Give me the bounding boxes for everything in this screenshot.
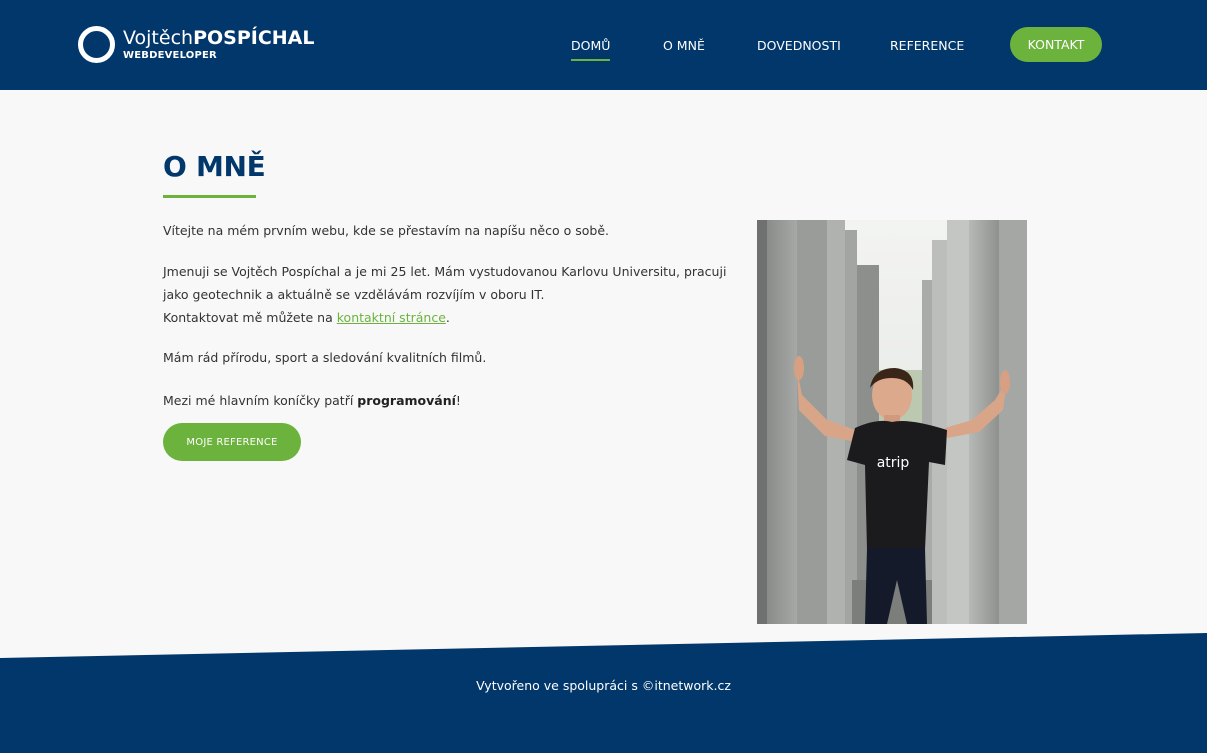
nav-item-reference[interactable]: REFERENCE [890,38,964,53]
interests-post: ! [455,393,461,408]
logo[interactable]: VojtěchPOSPÍCHAL WEBDEVELOPER [78,26,314,63]
my-references-button[interactable]: MOJE REFERENCE [163,423,301,461]
hobbies-paragraph: Mám rád přírodu, sport a sledování kvali… [163,350,487,365]
contact-page-link[interactable]: kontaktní stránce [337,310,446,325]
interests-paragraph: Mezi mé hlavním koníčky patří programová… [163,389,733,412]
logo-subtitle: WEBDEVELOPER [123,49,217,61]
logo-text: VojtěchPOSPÍCHAL WEBDEVELOPER [123,26,315,61]
logo-name-first: Vojtěch [123,26,194,49]
shirt-text: atrip [877,455,910,471]
logo-name: VojtěchPOSPÍCHAL [123,26,315,49]
interests-bold: programování [357,393,456,408]
about-line-3-post: . [445,310,450,325]
about-paragraph: Jmenuji se Vojtěch Pospíchal a je mi 25 … [163,260,733,329]
page-title: O MNĚ [163,150,266,183]
nav-item-domu[interactable]: DOMŮ [571,38,611,61]
logo-name-last: POSPÍCHAL [193,26,315,49]
about-line-1: Jmenuji se Vojtěch Pospíchal a je mi 25 … [163,264,727,279]
about-line-3-pre: Kontaktovat mě můžete na [163,310,337,325]
logo-ring-icon [78,26,115,63]
contact-button[interactable]: KONTAKT [1010,27,1102,62]
nav-item-o-mne[interactable]: O MNĚ [663,38,705,53]
footer-text: Vytvořeno ve spolupráci s ©itnetwork.cz [476,678,731,693]
title-underline [163,195,256,198]
interests-pre: Mezi mé hlavním koníčky patří [163,393,358,408]
site-header: VojtěchPOSPÍCHAL WEBDEVELOPER DOMŮ O MNĚ… [0,0,1207,90]
intro-paragraph: Vítejte na mém prvním webu, kde se přest… [163,223,609,238]
about-line-2: jako geotechnik a aktuálně se vzdělávám … [163,287,545,302]
nav-item-dovednosti[interactable]: DOVEDNOSTI [757,38,841,53]
profile-photo: atrip [757,220,1027,624]
